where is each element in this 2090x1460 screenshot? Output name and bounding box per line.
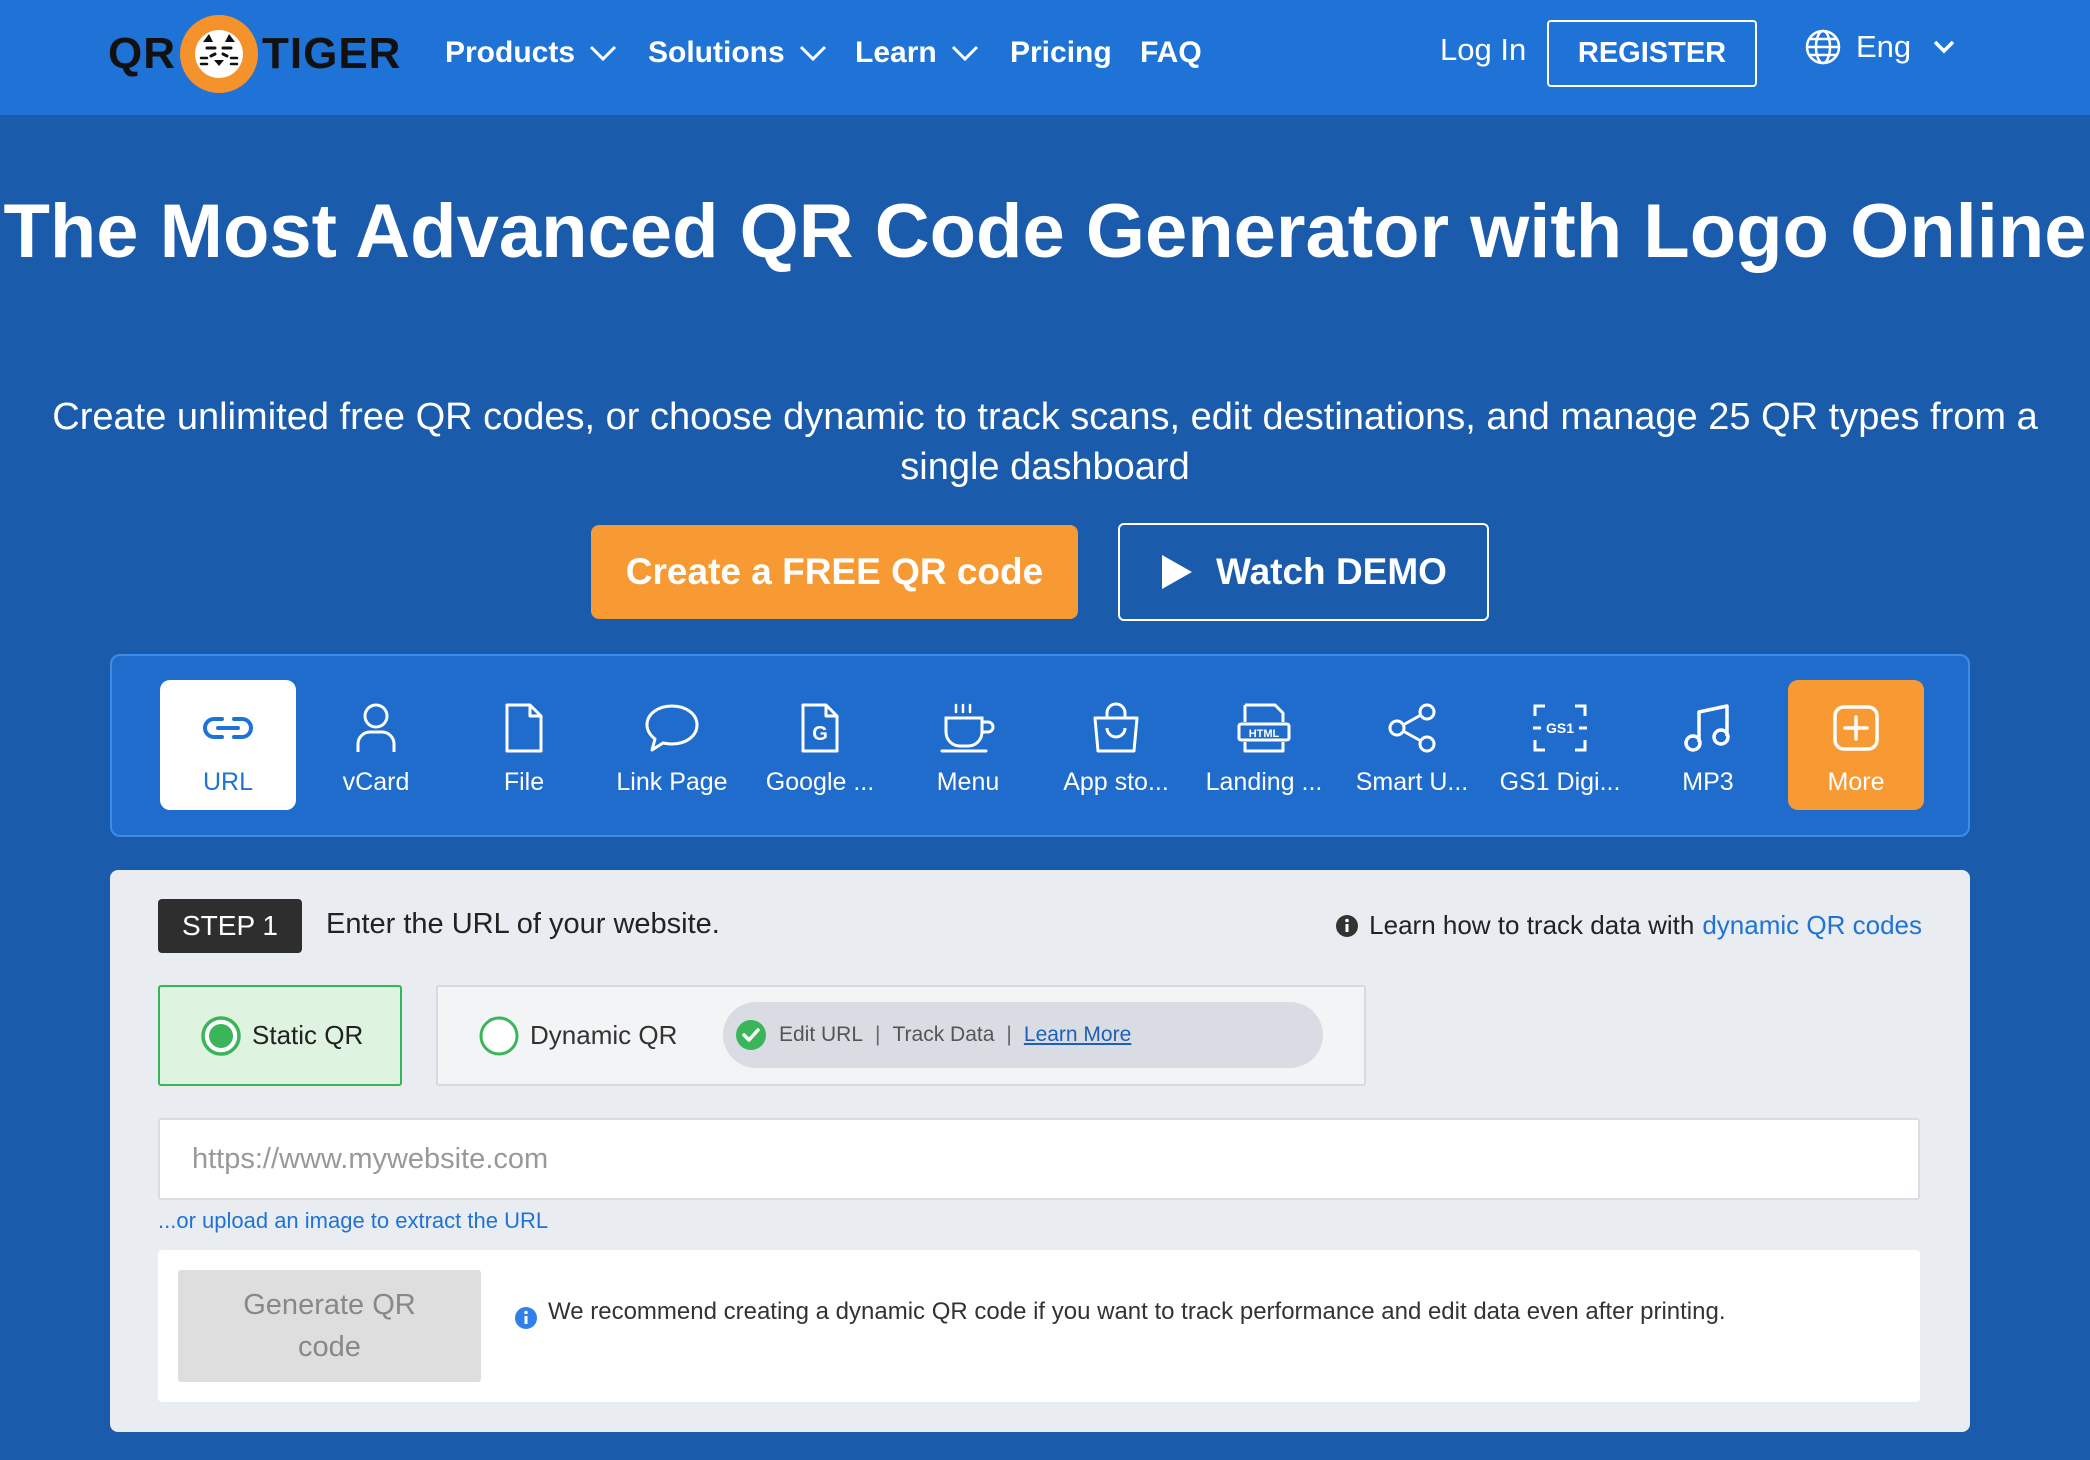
chevron-down-icon [799,45,826,61]
feature-separator: | [875,1023,881,1046]
qr-type-label: URL [202,768,253,796]
chat-bubble-icon [644,698,700,758]
language-selector[interactable]: Eng [1804,28,1955,66]
play-icon [1162,555,1193,589]
qr-type-vcard[interactable]: vCard [308,680,444,810]
step-badge: STEP 1 [158,899,302,953]
qr-type-label: vCard [342,768,410,796]
nav-learn-label: Learn [855,35,937,69]
qr-type-label: MP3 [1682,768,1734,796]
qr-type-app-store[interactable]: App sto... [1048,680,1184,810]
create-free-qr-button[interactable]: Create a FREE QR code [591,525,1078,619]
dynamic-features-pill: Edit URL | Track Data | Learn More [723,1002,1323,1068]
register-button[interactable]: REGISTER [1547,20,1757,87]
nav-faq-label: FAQ [1140,35,1202,69]
qr-type-selector: URL vCard File Link Page G Google ... Me… [110,654,1970,837]
chevron-down-icon [951,45,978,61]
hero-title: The Most Advanced QR Code Generator with… [3,189,2087,274]
qr-type-label: File [503,768,545,796]
info-icon [515,1307,537,1329]
person-icon [354,698,398,758]
file-icon [504,698,544,758]
qr-tiger-logo[interactable]: QR TIGER [108,12,401,96]
coffee-cup-icon [940,698,996,758]
gs1-icon: GS1 [1531,698,1589,758]
svg-text:G: G [812,723,828,745]
feature-edit-url: Edit URL [779,1023,864,1046]
dynamic-qr-option[interactable]: Dynamic QR Edit URL | Track Data | Learn… [436,985,1366,1086]
generate-section: Generate QR code We recommend creating a… [158,1250,1920,1402]
radio-unselected-icon [479,1016,519,1055]
qr-type-file[interactable]: File [456,680,592,810]
hero-subtitle: Create unlimited free QR codes, or choos… [52,396,2038,488]
login-link[interactable]: Log In [1440,32,1526,68]
google-doc-icon: G [800,698,840,758]
qr-type-label: More [1827,768,1885,796]
qr-type-menu[interactable]: Menu [900,680,1036,810]
svg-text:GS1: GS1 [1546,720,1574,736]
step-instruction: Enter the URL of your website. [326,908,720,940]
html-icon: HTML [1237,698,1291,758]
nav-pricing-label: Pricing [1010,35,1112,69]
nav-products[interactable]: Products [445,0,617,105]
recommendation-text: We recommend creating a dynamic QR code … [548,1298,1726,1325]
qr-type-google[interactable]: G Google ... [752,680,888,810]
nav-learn[interactable]: Learn [855,0,979,105]
music-note-icon [1683,698,1733,758]
upload-image-link[interactable]: ...or upload an image to extract the URL [158,1208,548,1234]
watch-demo-button[interactable]: Watch DEMO [1118,523,1489,621]
globe-icon [1805,29,1841,65]
radio-selected-icon [201,1015,241,1056]
qr-type-label: Link Page [616,768,728,796]
top-navbar: QR TIGER Products Solutions Learn Pricin… [0,0,2090,115]
qr-type-smart-url[interactable]: Smart U... [1344,680,1480,810]
track-data-hint: Learn how to track data with dynamic QR … [1335,910,1922,941]
nav-solutions[interactable]: Solutions [648,0,827,105]
link-icon [202,698,254,758]
nav-solutions-label: Solutions [648,35,785,69]
qr-type-label: App sto... [1063,768,1169,796]
static-qr-label: Static QR [252,1020,364,1050]
check-circle-icon [736,1020,766,1050]
url-input[interactable] [158,1118,1920,1200]
generate-qr-label: Generate QR code [243,1289,416,1363]
nav-products-label: Products [445,35,576,69]
qr-type-mp3[interactable]: MP3 [1640,680,1776,810]
qr-type-url[interactable]: URL [160,680,296,810]
dynamic-qr-codes-link[interactable]: dynamic QR codes [1702,910,1922,941]
svg-text:HTML: HTML [1249,728,1280,740]
logo-text-left: QR [108,29,176,78]
qr-type-label: Google ... [765,768,875,796]
logo-text-right: TIGER [262,29,402,78]
chevron-down-icon [1933,40,1955,54]
static-qr-option[interactable]: Static QR [158,985,402,1086]
watch-demo-label: Watch DEMO [1216,551,1447,592]
plus-square-icon [1832,698,1880,758]
qr-type-link-page[interactable]: Link Page [604,680,740,810]
feature-track-data: Track Data [892,1023,995,1046]
track-hint-text: Learn how to track data with [1369,910,1695,940]
generate-qr-button[interactable]: Generate QR code [178,1270,481,1382]
qr-type-label: Menu [936,768,1000,796]
nav-pricing[interactable]: Pricing [1010,0,1112,105]
qr-type-more[interactable]: More [1788,680,1924,810]
qr-type-landing[interactable]: HTML Landing ... [1196,680,1332,810]
tiger-face-icon [180,15,258,93]
learn-more-link[interactable]: Learn More [1024,1023,1131,1047]
qr-form-panel: STEP 1 Enter the URL of your website. Le… [110,870,1970,1432]
dynamic-qr-label: Dynamic QR [530,1020,678,1050]
nav-faq[interactable]: FAQ [1140,0,1202,105]
qr-type-gs1-digital[interactable]: GS1 GS1 Digi... [1492,680,1628,810]
language-label: Eng [1856,29,1912,64]
qr-type-label: Smart U... [1355,768,1469,796]
qr-type-label: Landing ... [1205,768,1323,796]
shopping-bag-icon [1091,698,1141,758]
chevron-down-icon [589,45,617,61]
recommendation-note: We recommend creating a dynamic QR code … [514,1300,1888,1330]
feature-separator: | [1006,1023,1012,1046]
qr-type-label: GS1 Digi... [1499,768,1621,796]
info-icon [1336,914,1359,937]
share-icon [1385,698,1439,758]
